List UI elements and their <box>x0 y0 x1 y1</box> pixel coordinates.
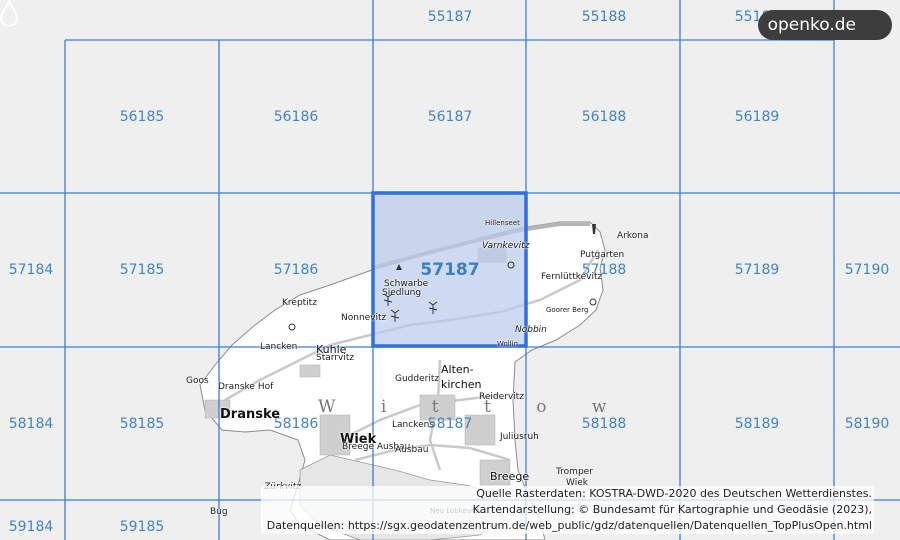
attribution-line: Datenquellen: https://sgx.geodatenzentru… <box>266 519 872 532</box>
attribution-line: Kartendarstellung: © Bundesamt für Karto… <box>472 503 872 516</box>
viewpoint-icon <box>288 261 597 331</box>
drop-icon <box>0 0 18 26</box>
windmill-icon <box>383 293 438 322</box>
lighthouse-icon <box>396 224 596 270</box>
map-symbols <box>288 224 597 331</box>
map-attribution: Quelle Rasterdaten: KOSTRA-DWD-2020 des … <box>260 486 874 534</box>
attribution-line: Quelle Rasterdaten: KOSTRA-DWD-2020 des … <box>476 487 872 500</box>
map-view[interactable]: 55187 55188 55189 56185 56186 56187 56188 56189… <box>0 0 900 540</box>
openko-logo[interactable]: openko.de <box>757 10 892 40</box>
